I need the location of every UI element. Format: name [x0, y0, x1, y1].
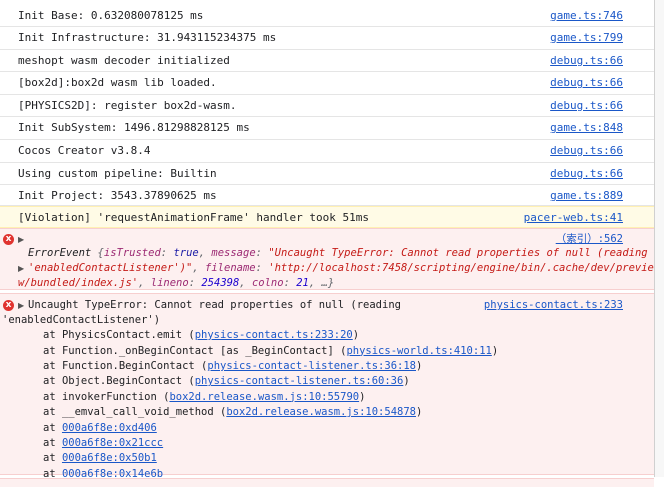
expand-triangle-icon[interactable]: ▶: [18, 261, 28, 276]
log-message: Init Infrastructure: 31.943115234375 ms: [18, 31, 277, 44]
stack-frame-link[interactable]: 000a6f8e:0xd406: [62, 422, 157, 434]
stack-frame-link[interactable]: physics-world.ts:410:11: [346, 345, 491, 357]
log-source-link[interactable]: debug.ts:66: [550, 163, 623, 186]
stack-frame-link[interactable]: physics-contact.ts:233:20: [195, 329, 353, 341]
console-panel: Init Base: 0.632080078125 ms game.ts:746…: [0, 0, 655, 487]
stack-frame-link[interactable]: box2d.release.wasm.js:10:55790: [169, 391, 359, 403]
error-title-continued: 'enabledContactListener'): [2, 314, 161, 327]
type-error-entry: x ▶ Uncaught TypeError: Cannot read prope…: [0, 293, 654, 480]
log-row: Init Infrastructure: 31.943115234375 ms …: [0, 27, 654, 50]
log-source-link[interactable]: game.ts:889: [550, 185, 623, 206]
log-message: Init SubSystem: 1496.81298828125 ms: [18, 121, 250, 135]
stack-frame-link[interactable]: box2d.release.wasm.js:10:54878: [226, 406, 416, 418]
warning-source-link[interactable]: pacer-web.ts:41: [524, 207, 623, 229]
stack-frame: at invokerFunction (box2d.release.wasm.j…: [43, 390, 366, 403]
stack-frame: at Object.BeginContact (physics-contact-…: [43, 375, 410, 388]
stack-frame: at Function.BeginContact (physics-contac…: [43, 359, 423, 372]
log-row: [box2d]:box2d wasm lib loaded. debug.ts:…: [0, 72, 654, 95]
stack-frame: at 000a6f8e:0xd406: [43, 421, 157, 434]
log-source-link[interactable]: game.ts:848: [550, 117, 623, 140]
log-source-link[interactable]: debug.ts:66: [550, 50, 623, 73]
log-row: meshopt wasm decoder initialized debug.t…: [0, 50, 654, 73]
stack-frame: at PhysicsContact.emit (physics-contact.…: [43, 329, 360, 342]
log-message: Cocos Creator v3.8.4: [18, 143, 151, 157]
stack-frame: at __emval_call_void_method (box2d.relea…: [43, 406, 423, 419]
expand-triangle-icon[interactable]: ▶: [18, 233, 28, 247]
type-error-source-link[interactable]: physics-contact.ts:233: [484, 298, 623, 313]
log-source-link[interactable]: debug.ts:66: [550, 95, 623, 118]
stack-frame-link[interactable]: physics-contact-listener.ts:36:18: [207, 360, 416, 372]
log-message: [box2d]:box2d wasm lib loaded.: [18, 76, 217, 90]
expand-triangle-icon[interactable]: ▶: [18, 298, 28, 313]
error-event-source-link[interactable]: （索引）:562: [556, 232, 623, 246]
stack-frame-link[interactable]: 000a6f8e:0x21ccc: [62, 437, 163, 449]
warning-message: [Violation] 'requestAnimationFrame' hand…: [18, 211, 369, 225]
log-source-link[interactable]: debug.ts:66: [550, 140, 623, 163]
stack-frame-link[interactable]: 000a6f8e:0x50b1: [62, 452, 157, 464]
scrollbar-track[interactable]: [655, 0, 664, 477]
log-row: Init SubSystem: 1496.81298828125 ms game…: [0, 117, 654, 140]
log-row: Using custom pipeline: Builtin debug.ts:…: [0, 163, 654, 186]
log-source-link[interactable]: debug.ts:66: [550, 72, 623, 95]
log-message: meshopt wasm decoder initialized: [18, 53, 230, 67]
stack-frame: at 000a6f8e:0x21ccc: [43, 436, 164, 449]
stack-frame-link[interactable]: physics-contact-listener.ts:60:36: [195, 375, 404, 387]
error-icon: x: [3, 234, 14, 246]
error-icon: x: [3, 300, 14, 312]
next-error-entry: [0, 478, 654, 487]
log-row: [PHYSICS2D]: register box2d-wasm. debug.…: [0, 95, 654, 118]
error-title: Uncaught TypeError: Cannot read properti…: [28, 299, 401, 312]
log-row: Init Base: 0.632080078125 ms game.ts:746: [0, 0, 654, 27]
log-row: Cocos Creator v3.8.4 debug.ts:66: [0, 140, 654, 163]
stack-frame: at Function._onBeginContact [as _BeginCo…: [43, 344, 499, 357]
more-properties-ellipsis[interactable]: …}: [322, 277, 335, 289]
log-message: Init Project: 3543.37890625 ms: [18, 189, 217, 203]
stack-frame: at 000a6f8e:0x50b1: [43, 452, 157, 465]
error-event-entry: x ▶ （索引）:562 ErrorEvent {isTrusted: true…: [0, 228, 654, 291]
log-row: Init Project: 3543.37890625 ms game.ts:8…: [0, 185, 654, 207]
violation-warning-row: [Violation] 'requestAnimationFrame' hand…: [0, 206, 654, 229]
log-source-link[interactable]: game.ts:799: [550, 27, 623, 50]
log-message: Using custom pipeline: Builtin: [18, 166, 217, 180]
log-message: [PHYSICS2D]: register box2d-wasm.: [18, 98, 237, 112]
error-event-name: ErrorEvent: [28, 247, 92, 260]
